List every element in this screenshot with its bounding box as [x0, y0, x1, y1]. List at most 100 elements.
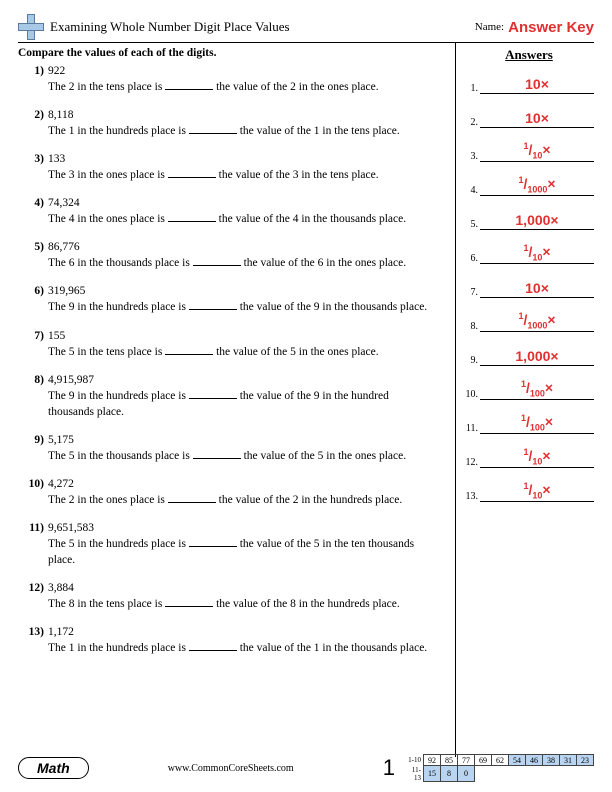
question-value: 922 — [48, 65, 428, 77]
grid-cell: 0 — [458, 766, 475, 782]
answer-value: 1/10× — [480, 481, 594, 500]
question: 2) 8,118The 1 in the hundreds place is th… — [18, 109, 449, 139]
question-value: 3,884 — [48, 582, 428, 594]
grid-cell: 92 — [424, 755, 441, 766]
grid-label: 1-10 — [405, 755, 424, 766]
answer-value: 1/100× — [480, 379, 594, 398]
grid-cell: 62 — [492, 755, 509, 766]
answer-blank[interactable] — [168, 211, 216, 222]
question: 7)155The 5 in the tens place is the valu… — [18, 330, 449, 360]
question-text: The 1 in the hundreds place is the value… — [48, 640, 428, 656]
answer-line: 1/10× — [480, 449, 594, 468]
grid-cell: 46 — [526, 755, 543, 766]
answer-line: 1,000× — [480, 211, 594, 230]
question-number: 4) — [22, 197, 44, 209]
header: Examining Whole Number Digit Place Value… — [18, 14, 594, 43]
grid-cell: 38 — [543, 755, 560, 766]
question-number: 1) — [22, 65, 44, 77]
question-number: 9) — [22, 434, 44, 446]
answer-blank[interactable] — [189, 299, 237, 310]
answer-number: 5. — [464, 219, 478, 230]
grid-cell: 69 — [475, 755, 492, 766]
question-number: 7) — [22, 330, 44, 342]
answer-row: 11.1/100× — [464, 415, 594, 434]
question-value: 9,651,583 — [48, 522, 428, 534]
answer-blank[interactable] — [165, 79, 213, 90]
question-text: The 1 in the hundreds place is the value… — [48, 123, 428, 139]
question-body: 3,884 The 8 in the tens place is the valu… — [48, 582, 428, 612]
answer-value: 1,000× — [480, 348, 594, 364]
question: 11)9,651,583The 5 in the hundreds place … — [18, 522, 449, 568]
answer-blank[interactable] — [189, 536, 237, 547]
answer-blank[interactable] — [189, 640, 237, 651]
answer-line: 1/10× — [480, 483, 594, 502]
question-text: The 5 in the tens place is the value of … — [48, 344, 428, 360]
question-value: 74,324 — [48, 197, 428, 209]
grid-cell: 15 — [424, 766, 441, 782]
question-value: 319,965 — [48, 285, 428, 297]
answer-value: 1/100× — [480, 413, 594, 432]
answer-number: 13. — [464, 491, 478, 502]
answer-number: 10. — [464, 389, 478, 400]
question-value: 133 — [48, 153, 428, 165]
answer-number: 9. — [464, 355, 478, 366]
question: 12) 3,884 The 8 in the tens place is the v… — [18, 582, 449, 612]
question-value: 5,175 — [48, 434, 428, 446]
answers-column: Answers 1.10×2.10×3.1/10×4.1/1000×5.1,00… — [456, 43, 594, 757]
worksheet-page: Examining Whole Number Digit Place Value… — [0, 0, 612, 792]
answer-number: 2. — [464, 117, 478, 128]
question: 4)74,324The 4 in the ones place is the v… — [18, 197, 449, 227]
answer-blank[interactable] — [165, 344, 213, 355]
question-number: 2) — [22, 109, 44, 121]
answer-blank[interactable] — [193, 448, 241, 459]
answer-key-label: Answer Key — [508, 19, 594, 36]
answer-blank[interactable] — [165, 596, 213, 607]
answer-blank[interactable] — [168, 492, 216, 503]
question-list: 1)922The 2 in the tens place is the valu… — [18, 65, 449, 656]
question-body: 1,172 The 1 in the hundreds place is the … — [48, 626, 428, 656]
question-body: 8,118The 1 in the hundreds place is the … — [48, 109, 428, 139]
answer-value: 1/10× — [480, 141, 594, 160]
questions-column: Compare the values of each of the digits… — [18, 43, 456, 757]
question-number: 3) — [22, 153, 44, 165]
answer-blank[interactable] — [189, 388, 237, 399]
question-body: 133The 3 in the ones place is the value … — [48, 153, 428, 183]
answer-row: 13.1/10× — [464, 483, 594, 502]
answer-row: 5.1,000× — [464, 211, 594, 230]
answer-line: 1,000× — [480, 347, 594, 366]
answer-line: 1/100× — [480, 415, 594, 434]
answer-number: 4. — [464, 185, 478, 196]
question-value: 86,776 — [48, 241, 428, 253]
answer-row: 9.1,000× — [464, 347, 594, 366]
worksheet-title: Examining Whole Number Digit Place Value… — [50, 19, 475, 35]
answer-value: 1/1000× — [480, 175, 594, 194]
logo-cross-icon — [18, 14, 44, 40]
answer-value: 1,000× — [480, 212, 594, 228]
answer-blank[interactable] — [189, 123, 237, 134]
answer-number: 8. — [464, 321, 478, 332]
answer-line: 1/1000× — [480, 177, 594, 196]
answer-row: 2.10× — [464, 109, 594, 128]
question-text: The 2 in the ones place is the value of … — [48, 492, 428, 508]
question-text: The 8 in the tens place is the value of … — [48, 596, 428, 612]
question-number: 6) — [22, 285, 44, 297]
answer-row: 6.1/10× — [464, 245, 594, 264]
question-body: 4,272The 2 in the ones place is the valu… — [48, 478, 428, 508]
question-body: 5,175The 5 in the thousands place is the… — [48, 434, 428, 464]
answer-line: 1/10× — [480, 245, 594, 264]
grid-cell: 8 — [441, 766, 458, 782]
question-value: 1,172 — [48, 626, 428, 638]
footer: Math www.CommonCoreSheets.com 1 1-109285… — [18, 754, 594, 782]
answer-line: 1/10× — [480, 143, 594, 162]
question-number: 10) — [22, 478, 44, 490]
grid-cell: 77 — [458, 755, 475, 766]
name-label: Name: — [475, 21, 504, 33]
answer-value: 1/10× — [480, 447, 594, 466]
question-number: 8) — [22, 374, 44, 386]
answer-row: 1.10× — [464, 75, 594, 94]
question-number: 13) — [22, 626, 44, 638]
site-url: www.CommonCoreSheets.com — [89, 763, 373, 774]
question-number: 12) — [22, 582, 44, 594]
answer-blank[interactable] — [168, 167, 216, 178]
answer-blank[interactable] — [193, 255, 241, 266]
